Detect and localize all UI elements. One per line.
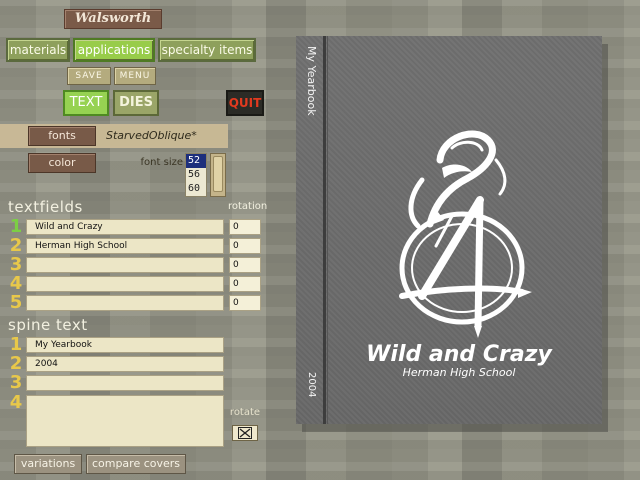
font-name-display: StarvedOblique* (97, 126, 227, 146)
spine-text-4-input[interactable] (26, 395, 224, 447)
menu-button[interactable]: MENU (114, 67, 156, 85)
textfield-3-input[interactable] (26, 257, 224, 273)
rotation-4-input[interactable]: 0 (229, 276, 261, 292)
spine-text-1-input[interactable]: My Yearbook (26, 337, 224, 353)
spine-text-title: spine text (8, 316, 88, 334)
spine-divider (323, 36, 326, 424)
fonts-button[interactable]: fonts (28, 126, 96, 146)
rotation-5-input[interactable]: 0 (229, 295, 261, 311)
tab-materials[interactable]: materials (6, 38, 70, 62)
text-mode-button[interactable]: TEXT (63, 90, 109, 116)
textfield-5-input[interactable] (26, 295, 224, 311)
font-size-list[interactable]: 52 56 60 (185, 153, 207, 197)
textfield-number-5: 5 (9, 292, 23, 313)
dies-mode-button[interactable]: DIES (113, 90, 159, 116)
spine-number-4: 4 (9, 392, 23, 413)
rotation-3-input[interactable]: 0 (229, 257, 261, 273)
rotation-1-input[interactable]: 0 (229, 219, 261, 235)
font-size-scroll-thumb[interactable] (213, 156, 223, 192)
quit-button[interactable]: QUIT (226, 90, 264, 116)
textfield-1-input[interactable]: Wild and Crazy (26, 219, 224, 235)
compare-covers-button[interactable]: compare covers (86, 454, 186, 474)
color-button[interactable]: color (28, 153, 96, 173)
font-size-option-60[interactable]: 60 (186, 182, 206, 196)
checkbox-x-icon (238, 427, 252, 439)
cover-spine-title: My Yearbook (305, 46, 318, 116)
spine-number-2: 2 (9, 353, 23, 374)
cover-title: Wild and Crazy (366, 342, 552, 367)
font-size-option-56[interactable]: 56 (186, 168, 206, 182)
save-button[interactable]: SAVE (67, 67, 111, 85)
cover-spine-year: 2004 (306, 372, 317, 398)
font-size-option-52[interactable]: 52 (186, 154, 206, 168)
textfield-number-4: 4 (9, 273, 23, 294)
textfield-2-input[interactable]: Herman High School (26, 238, 224, 254)
walsworth-logo: Walsworth (64, 9, 162, 29)
spine-number-3: 3 (9, 372, 23, 393)
textfield-number-1: 1 (9, 216, 23, 237)
spine-text-2-input[interactable]: 2004 (26, 356, 224, 372)
spine-number-1: 1 (9, 334, 23, 355)
font-size-label: font size (140, 157, 183, 168)
textfield-number-3: 3 (9, 254, 23, 275)
textfields-title: textfields (8, 198, 83, 216)
rotation-title: rotation (228, 201, 268, 212)
spine-text-3-input[interactable] (26, 375, 224, 391)
rotation-2-input[interactable]: 0 (229, 238, 261, 254)
textfield-number-2: 2 (9, 235, 23, 256)
stylized-24-emblem-icon (399, 130, 532, 338)
variations-button[interactable]: variations (14, 454, 82, 474)
textfield-4-input[interactable] (26, 276, 224, 292)
cover-subtitle: Herman High School (402, 366, 516, 379)
tab-specialty-items[interactable]: specialty items (158, 38, 256, 62)
tab-applications[interactable]: applications (73, 38, 155, 62)
rotate-checkbox[interactable] (232, 425, 258, 441)
spine-divider-line (327, 36, 328, 424)
rotate-label: rotate (229, 407, 261, 418)
